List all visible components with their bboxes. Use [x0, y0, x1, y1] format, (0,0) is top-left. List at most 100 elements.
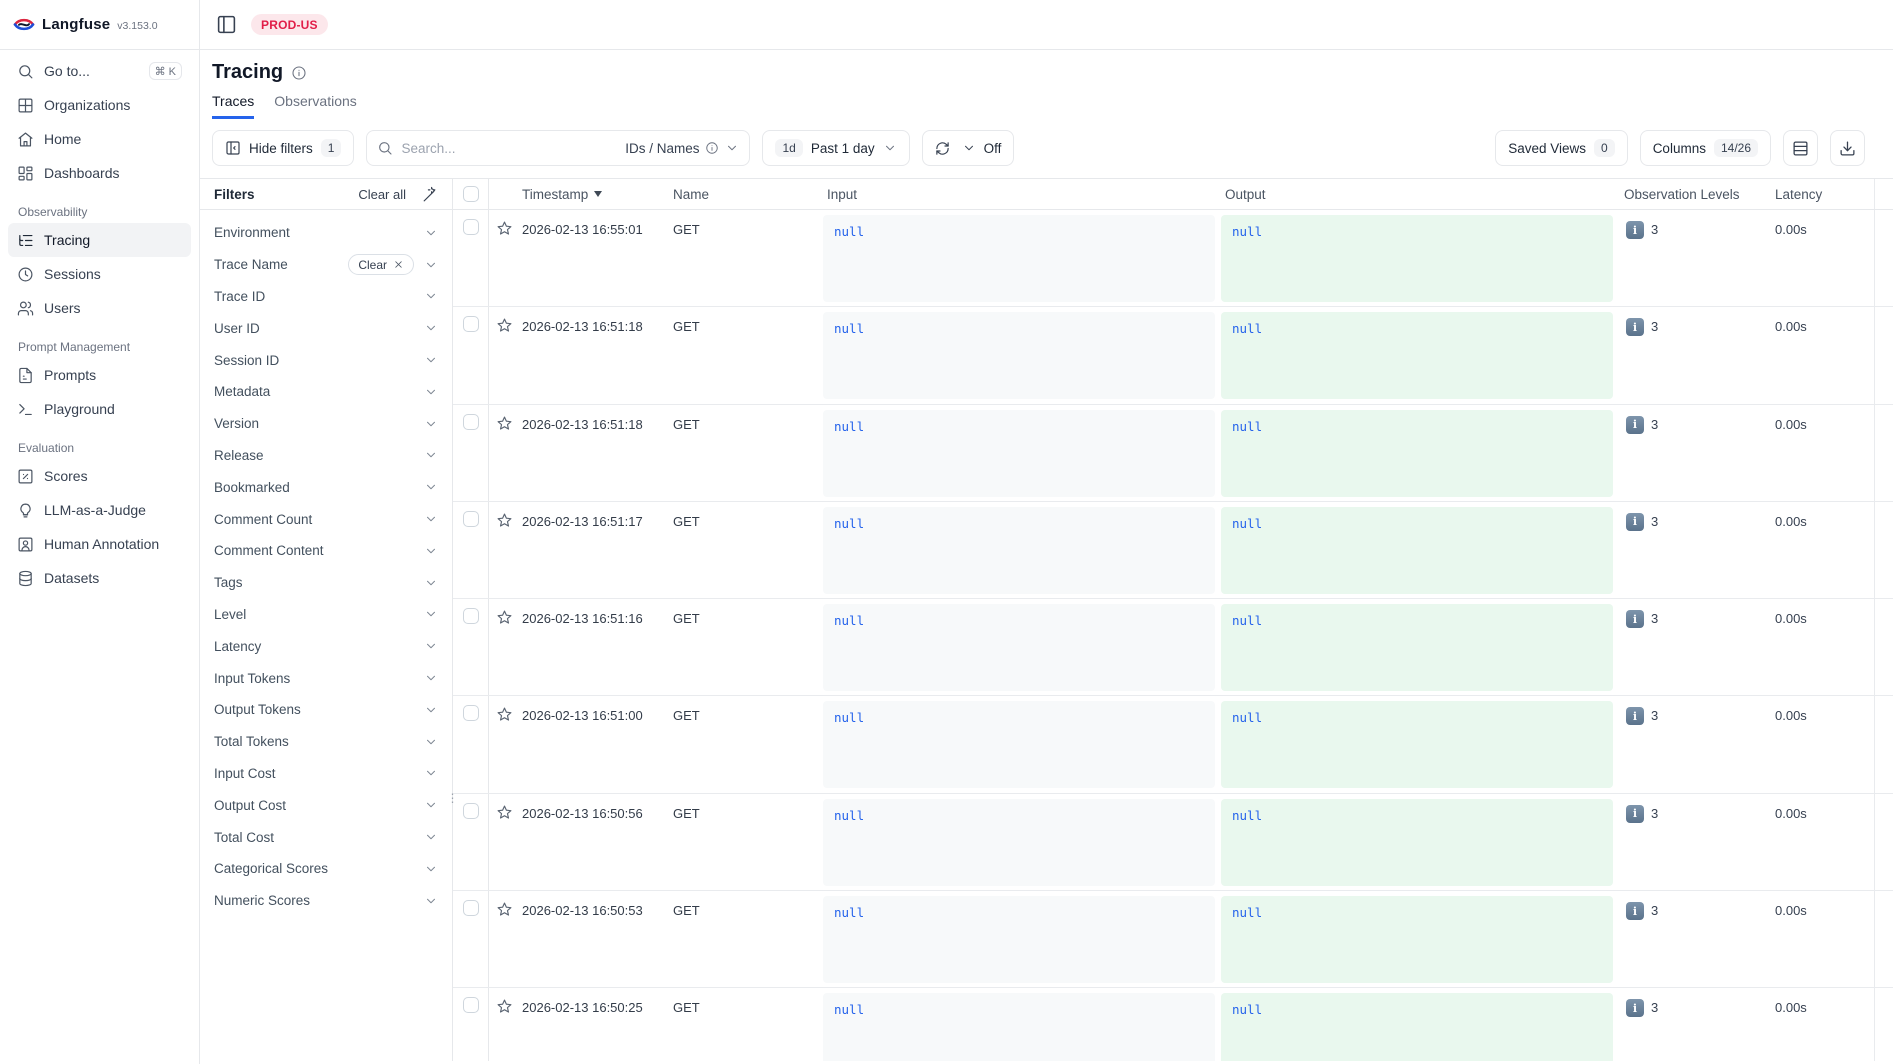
filter-row[interactable]: Comment Count [200, 503, 452, 535]
sidebar-item-human-annotation[interactable]: Human Annotation [8, 527, 191, 561]
filter-row[interactable]: Tags [200, 567, 452, 599]
star-icon[interactable] [496, 804, 513, 821]
sidebar-toggle-icon[interactable] [214, 13, 238, 37]
filter-row[interactable]: Input Tokens [200, 662, 452, 694]
star-icon[interactable] [496, 512, 513, 529]
refresh-button[interactable]: Off [922, 130, 1015, 166]
sidebar-item-datasets[interactable]: Datasets [8, 561, 191, 595]
search-scope-dropdown[interactable]: IDs / Names [625, 141, 739, 156]
filter-row[interactable]: Numeric Scores [200, 885, 452, 917]
environment-badge[interactable]: PROD-US [251, 14, 328, 35]
output-preview[interactable]: null [1221, 215, 1613, 302]
time-range-button[interactable]: 1d Past 1 day [762, 130, 909, 166]
filter-row[interactable]: Output Tokens [200, 694, 452, 726]
input-preview[interactable]: null [823, 507, 1215, 594]
sidebar-item-tracing[interactable]: Tracing [8, 223, 191, 257]
sidebar-item-home[interactable]: Home [8, 122, 191, 156]
input-preview[interactable]: null [823, 896, 1215, 983]
filter-row[interactable]: Categorical Scores [200, 853, 452, 885]
table-row[interactable]: 2026-02-13 16:51:18 GET null null i 3 [453, 405, 1893, 502]
filter-row[interactable]: Bookmarked [200, 471, 452, 503]
filter-row[interactable]: Version [200, 408, 452, 440]
row-checkbox[interactable] [463, 608, 479, 624]
sidebar-item-scores[interactable]: Scores [8, 459, 191, 493]
sidebar-item-organizations[interactable]: Organizations [8, 88, 191, 122]
output-preview[interactable]: null [1221, 507, 1613, 594]
goto-search[interactable]: Go to... ⌘ K [8, 54, 191, 88]
sidebar-item-dashboards[interactable]: Dashboards [8, 156, 191, 190]
output-preview[interactable]: null [1221, 896, 1613, 983]
search-input[interactable] [401, 141, 617, 156]
select-all-checkbox[interactable] [463, 186, 479, 202]
header-timestamp[interactable]: Timestamp [519, 187, 670, 202]
columns-button[interactable]: Columns 14/26 [1640, 130, 1771, 166]
star-icon[interactable] [496, 998, 513, 1015]
row-checkbox[interactable] [463, 414, 479, 430]
input-preview[interactable]: null [823, 799, 1215, 886]
filter-row[interactable]: Output Cost [200, 789, 452, 821]
filter-row[interactable]: Level [200, 599, 452, 631]
star-icon[interactable] [496, 220, 513, 237]
table-row[interactable]: 2026-02-13 16:50:25 GET null null i 3 [453, 988, 1893, 1061]
filter-clear-pill[interactable]: Clear [348, 254, 414, 275]
output-preview[interactable]: null [1221, 312, 1613, 399]
filter-row[interactable]: User ID [200, 312, 452, 344]
row-checkbox[interactable] [463, 900, 479, 916]
tab-traces[interactable]: Traces [212, 93, 254, 119]
output-preview[interactable]: null [1221, 701, 1613, 788]
input-preview[interactable]: null [823, 410, 1215, 497]
table-row[interactable]: 2026-02-13 16:51:17 GET null null i 3 [453, 502, 1893, 599]
output-preview[interactable]: null [1221, 993, 1613, 1061]
tab-observations[interactable]: Observations [274, 93, 356, 119]
input-preview[interactable]: null [823, 215, 1215, 302]
sidebar-item-playground[interactable]: Playground [8, 392, 191, 426]
header-observation-levels[interactable]: Observation Levels [1616, 187, 1767, 202]
row-height-button[interactable] [1783, 130, 1818, 166]
row-checkbox[interactable] [463, 219, 479, 235]
filter-row[interactable]: Metadata [200, 376, 452, 408]
table-row[interactable]: 2026-02-13 16:51:00 GET null null i 3 [453, 696, 1893, 793]
star-icon[interactable] [496, 415, 513, 432]
sidebar-item-sessions[interactable]: Sessions [8, 257, 191, 291]
clear-all-filters[interactable]: Clear all [358, 187, 406, 202]
header-name[interactable]: Name [670, 187, 820, 202]
magic-wand-icon[interactable] [421, 186, 438, 203]
filter-row[interactable]: Total Tokens [200, 726, 452, 758]
star-icon[interactable] [496, 901, 513, 918]
row-checkbox[interactable] [463, 316, 479, 332]
star-icon[interactable] [496, 317, 513, 334]
table-row[interactable]: 2026-02-13 16:51:16 GET null null i 3 [453, 599, 1893, 696]
filter-row[interactable]: Trace ID [200, 281, 452, 313]
output-preview[interactable]: null [1221, 604, 1613, 691]
input-preview[interactable]: null [823, 993, 1215, 1061]
header-output[interactable]: Output [1218, 187, 1616, 202]
output-preview[interactable]: null [1221, 410, 1613, 497]
info-icon[interactable] [291, 65, 307, 81]
filter-row[interactable]: Session ID [200, 344, 452, 376]
table-row[interactable]: 2026-02-13 16:50:56 GET null null i 3 [453, 794, 1893, 891]
input-preview[interactable]: null [823, 604, 1215, 691]
filter-row[interactable]: Total Cost [200, 821, 452, 853]
filter-row[interactable]: Latency [200, 630, 452, 662]
row-checkbox[interactable] [463, 803, 479, 819]
star-icon[interactable] [496, 609, 513, 626]
star-icon[interactable] [496, 706, 513, 723]
filter-row[interactable]: Release [200, 440, 452, 472]
filter-row[interactable]: Environment [200, 217, 452, 249]
hide-filters-button[interactable]: Hide filters 1 [212, 130, 354, 166]
input-preview[interactable]: null [823, 312, 1215, 399]
sidebar-item-prompts[interactable]: Prompts [8, 358, 191, 392]
filter-row[interactable]: Trace Name Clear [200, 249, 452, 281]
table-row[interactable]: 2026-02-13 16:55:01 GET null null i 3 [453, 210, 1893, 307]
sidebar-item-users[interactable]: Users [8, 291, 191, 325]
filter-row[interactable]: Comment Content [200, 535, 452, 567]
logo-row[interactable]: Langfuse v3.153.0 [0, 0, 199, 50]
header-latency[interactable]: Latency [1767, 187, 1874, 202]
row-checkbox[interactable] [463, 511, 479, 527]
saved-views-button[interactable]: Saved Views 0 [1495, 130, 1627, 166]
sidebar-item-llm-as-a-judge[interactable]: LLM-as-a-Judge [8, 493, 191, 527]
filter-row[interactable]: Input Cost [200, 758, 452, 790]
row-checkbox[interactable] [463, 997, 479, 1013]
table-row[interactable]: 2026-02-13 16:51:18 GET null null i 3 [453, 307, 1893, 404]
row-checkbox[interactable] [463, 705, 479, 721]
